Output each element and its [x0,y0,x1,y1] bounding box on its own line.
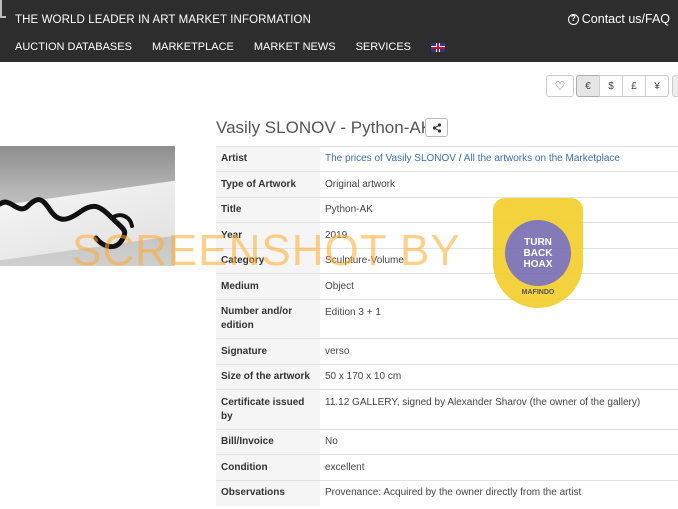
screenshot-watermark: SCREENSHOT BY [72,226,461,275]
currency-yen-button[interactable]: ¥ [645,75,669,97]
table-row: Type of Artwork Original artwork [216,171,678,198]
artist-prices-link[interactable]: The prices of Vasily SLONOV [325,153,456,164]
table-row: Certificate issued by 11.12 GALLERY, sig… [216,389,678,430]
row-key: Bill/Invoice [216,429,320,455]
extra-button[interactable] [672,75,678,97]
badge-line-1: TURN [524,236,552,248]
table-row: Title Python-AK [216,197,678,223]
currency-euro-button[interactable]: € [576,75,600,97]
row-key: Certificate issued by [216,389,320,430]
badge-ring: TURN BACK HOAX [505,220,571,286]
wishlist-heart-button[interactable]: ♡ [546,75,574,97]
share-icon [432,122,441,133]
table-row: Size of the artwork 50 x 170 x 10 cm [216,364,678,390]
currency-dollar-button[interactable]: $ [599,75,623,97]
uk-flag-icon[interactable] [431,43,446,52]
row-value: 50 x 170 x 10 cm [320,364,678,390]
row-key: Title [216,197,320,223]
row-key: Number and/or edition [216,299,320,339]
contact-link[interactable]: ? Contact us/FAQ [567,12,670,26]
row-value: The prices of Vasily SLONOV / All the ar… [320,146,678,172]
row-value: Provenance: Acquired by the owner direct… [320,480,678,506]
row-key: Size of the artwork [216,364,320,390]
table-row: Signature verso [216,338,678,365]
nav-marketplace[interactable]: MARKETPLACE [152,41,234,53]
badge-line-3: HOAX [523,258,553,270]
artwork-title: Vasily SLONOV - Python-AK [216,118,433,137]
badge-line-2: BACK [523,247,553,259]
row-key: Condition [216,454,320,481]
nav-services[interactable]: SERVICES [356,41,411,53]
turnbackhoax-badge: TURN BACK HOAX MAFINDO [493,198,583,308]
table-row: Observations Provenance: Acquired by the… [216,480,678,506]
table-row: Bill/Invoice No [216,429,678,455]
row-value: Edition 3 + 1 [320,299,678,339]
row-value: No [320,429,678,455]
site-tagline: THE WORLD LEADER IN ART MARKET INFORMATI… [15,14,311,26]
table-row: Artist The prices of Vasily SLONOV / All… [216,146,678,172]
share-button[interactable] [425,118,448,137]
main-nav: AUCTION DATABASES MARKETPLACE MARKET NEW… [15,41,446,53]
row-key: Medium [216,273,320,300]
logo-corner [0,0,6,18]
row-value: verso [320,338,678,365]
row-value: Original artwork [320,171,678,198]
row-key: Artist [216,146,320,172]
table-row: Condition excellent [216,454,678,481]
top-header: THE WORLD LEADER IN ART MARKET INFORMATI… [0,0,678,62]
table-row: Medium Object [216,273,678,300]
row-value: excellent [320,454,678,481]
question-circle-icon: ? [567,13,579,25]
table-row: Number and/or edition Edition 3 + 1 [216,299,678,339]
nav-auction-databases[interactable]: AUCTION DATABASES [15,41,132,53]
row-key: Observations [216,480,320,506]
toolbar: ♡ € $ £ ¥ [546,75,678,97]
currency-pound-button[interactable]: £ [622,75,646,97]
contact-label: Contact us/FAQ [581,12,670,26]
row-key: Signature [216,338,320,365]
row-value: 11.12 GALLERY, signed by Alexander Sharo… [320,389,678,430]
nav-market-news[interactable]: MARKET NEWS [254,41,336,53]
link-separator: / [455,153,464,164]
artwork-details-table: Artist The prices of Vasily SLONOV / All… [216,146,678,506]
heart-icon: ♡ [554,79,566,93]
row-key: Type of Artwork [216,171,320,198]
marketplace-artworks-link[interactable]: All the artworks on the Marketplace [464,153,620,164]
badge-brand: MAFINDO [521,289,555,296]
